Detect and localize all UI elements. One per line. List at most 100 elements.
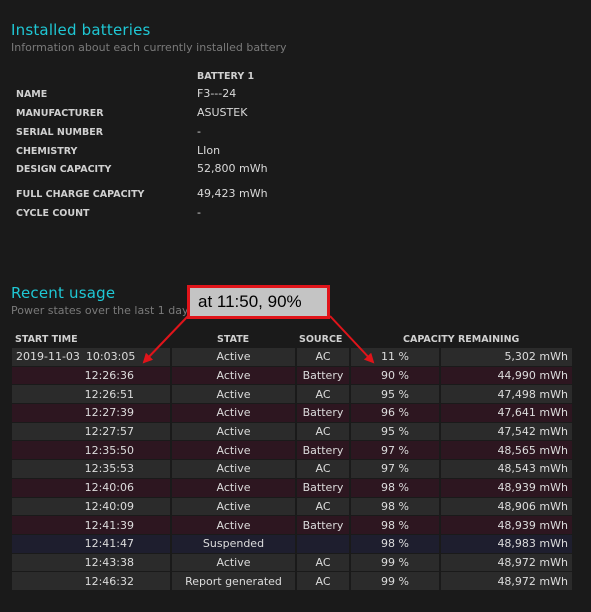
- cell-start-time: 12:26:36: [12, 366, 170, 385]
- cell-source: AC: [297, 553, 349, 572]
- cell-capacity-percent: 96 %: [351, 404, 439, 422]
- info-value-cycle-count: -: [197, 206, 201, 219]
- cell-source: AC: [297, 385, 349, 404]
- cell-capacity-percent: 90 %: [351, 366, 439, 385]
- info-label-chemistry: CHEMISTRY: [16, 146, 78, 157]
- cell-capacity-mwh: 48,906 mWh: [441, 497, 572, 516]
- usage-row: 12:26:36 Active Battery 90 % 44,990 mWh: [12, 366, 572, 385]
- start-time: 12:27:57: [84, 425, 134, 439]
- info-value-chemistry: LIon: [197, 144, 221, 157]
- start-time: 12:35:50: [84, 443, 134, 457]
- cell-capacity-percent: 98 %: [351, 534, 439, 553]
- cell-capacity-mwh: 47,542 mWh: [441, 422, 572, 441]
- info-value-full-charge-capacity: 49,423 mWh: [197, 187, 268, 200]
- cell-state: Active: [172, 553, 295, 572]
- usage-row: 12:46:32 Report generated AC 99 % 48,972 mWh: [12, 572, 572, 590]
- cell-start-time: 2019-11-03 10:03:05: [12, 348, 170, 366]
- cell-capacity-percent: 97 %: [351, 441, 439, 460]
- cell-state: Active: [172, 422, 295, 441]
- cell-capacity-percent: 98 %: [351, 478, 439, 497]
- cell-state: Active: [172, 478, 295, 497]
- start-time: 12:40:06: [84, 481, 134, 495]
- cell-capacity-percent: 95 %: [351, 422, 439, 441]
- usage-row: 12:35:53 Active AC 97 % 48,543 mWh: [12, 460, 572, 478]
- recent-usage-subtitle: Power states over the last 1 days: [11, 304, 195, 317]
- cell-capacity-mwh: 48,939 mWh: [441, 478, 572, 497]
- usage-row: 12:40:09 Active AC 98 % 48,906 mWh: [12, 497, 572, 516]
- cell-capacity-mwh: 5,302 mWh: [441, 348, 572, 366]
- start-time: 12:35:53: [84, 462, 134, 476]
- cell-start-time: 12:41:39: [12, 516, 170, 534]
- cell-start-time: 12:35:53: [12, 460, 170, 478]
- info-label-full-charge-capacity: FULL CHARGE CAPACITY: [16, 189, 145, 200]
- cell-capacity-mwh: 44,990 mWh: [441, 366, 572, 385]
- cell-capacity-mwh: 48,972 mWh: [441, 553, 572, 572]
- cell-start-time: 12:27:39: [12, 404, 170, 422]
- cell-source: Battery: [297, 366, 349, 385]
- cell-source: Battery: [297, 404, 349, 422]
- cell-capacity-percent: 95 %: [351, 385, 439, 404]
- cell-source: AC: [297, 460, 349, 478]
- start-time: 12:46:32: [84, 574, 134, 588]
- cell-capacity-percent: 99 %: [351, 572, 439, 590]
- cell-capacity-mwh: 48,983 mWh: [441, 534, 572, 553]
- start-time: 12:40:09: [84, 499, 134, 513]
- start-date: 2019-11-03: [16, 350, 80, 364]
- info-value-name: F3---24: [197, 87, 237, 100]
- cell-start-time: 12:26:51: [12, 385, 170, 404]
- info-value-design-capacity: 52,800 mWh: [197, 162, 268, 175]
- cell-source: Battery: [297, 441, 349, 460]
- cell-state: Active: [172, 366, 295, 385]
- cell-capacity-mwh: 47,498 mWh: [441, 385, 572, 404]
- usage-row: 12:43:38 Active AC 99 % 48,972 mWh: [12, 553, 572, 572]
- usage-row: 12:41:47 Suspended 98 % 48,983 mWh: [12, 534, 572, 553]
- usage-row: 12:27:57 Active AC 95 % 47,542 mWh: [12, 422, 572, 441]
- cell-source: AC: [297, 497, 349, 516]
- cell-capacity-mwh: 47,641 mWh: [441, 404, 572, 422]
- cell-start-time: 12:41:47: [12, 534, 170, 553]
- cell-capacity-percent: 98 %: [351, 516, 439, 534]
- cell-state: Active: [172, 460, 295, 478]
- battery-1-header: BATTERY 1: [197, 71, 255, 82]
- usage-row: 12:27:39 Active Battery 96 % 47,641 mWh: [12, 404, 572, 422]
- recent-usage-table: 2019-11-03 10:03:05 Active AC 11 % 5,302 mWh 1…: [10, 347, 574, 591]
- info-label-manufacturer: MANUFACTURER: [16, 108, 104, 119]
- start-time: 12:27:39: [84, 406, 134, 420]
- installed-batteries-title: Installed batteries: [11, 21, 151, 39]
- info-label-serial-number: SERIAL NUMBER: [16, 127, 104, 138]
- cell-start-time: 12:43:38: [12, 553, 170, 572]
- cell-source: AC: [297, 348, 349, 366]
- usage-row: 12:41:39 Active Battery 98 % 48,939 mWh: [12, 516, 572, 534]
- recent-usage-title: Recent usage: [11, 284, 116, 302]
- cell-capacity-mwh: 48,972 mWh: [441, 572, 572, 590]
- start-time: 12:26:51: [84, 387, 134, 401]
- info-value-serial-number: -: [197, 125, 201, 138]
- cell-capacity-percent: 11 %: [351, 348, 439, 366]
- cell-state: Active: [172, 385, 295, 404]
- cell-source: Battery: [297, 478, 349, 497]
- annotation-callout: at 11:50, 90%: [187, 285, 330, 319]
- start-time: 12:43:38: [84, 555, 134, 569]
- cell-capacity-mwh: 48,565 mWh: [441, 441, 572, 460]
- cell-capacity-percent: 97 %: [351, 460, 439, 478]
- cell-source: AC: [297, 572, 349, 590]
- header-start-time: START TIME: [15, 334, 78, 345]
- start-time: 12:41:39: [84, 518, 134, 532]
- cell-state: Active: [172, 348, 295, 366]
- info-value-manufacturer: ASUSTEK: [197, 106, 248, 119]
- cell-state: Active: [172, 497, 295, 516]
- cell-state: Report generated: [172, 572, 295, 590]
- cell-source: AC: [297, 422, 349, 441]
- cell-start-time: 12:40:09: [12, 497, 170, 516]
- info-label-name: NAME: [16, 89, 48, 100]
- usage-row: 12:26:51 Active AC 95 % 47,498 mWh: [12, 385, 572, 404]
- start-time: 10:03:05: [85, 350, 136, 364]
- start-time: 12:41:47: [84, 537, 134, 551]
- cell-start-time: 12:46:32: [12, 572, 170, 590]
- cell-start-time: 12:27:57: [12, 422, 170, 441]
- cell-capacity-mwh: 48,543 mWh: [441, 460, 572, 478]
- installed-batteries-subtitle: Information about each currently install…: [11, 41, 287, 54]
- cell-start-time: 12:40:06: [12, 478, 170, 497]
- header-state: STATE: [217, 334, 250, 345]
- info-label-cycle-count: CYCLE COUNT: [16, 208, 90, 219]
